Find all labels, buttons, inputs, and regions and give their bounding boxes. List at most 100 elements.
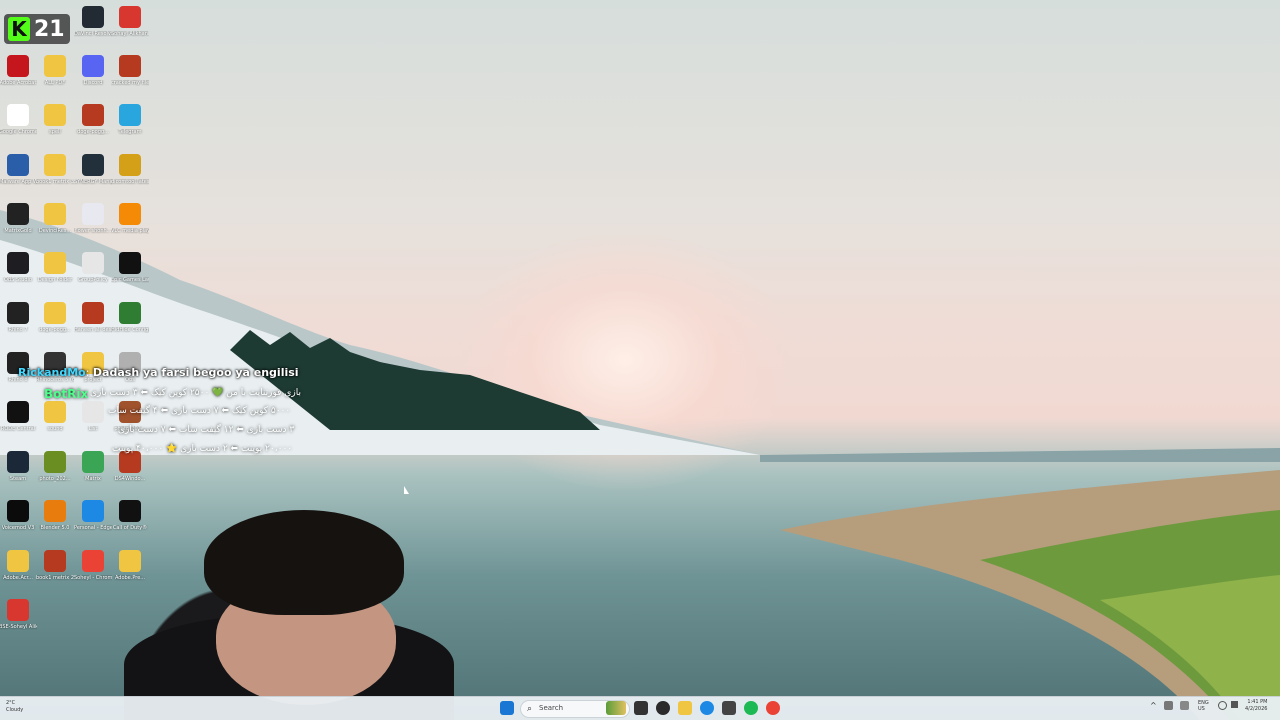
desktop-icon[interactable]: GroupPolicy (74, 252, 112, 283)
app-icon (119, 55, 141, 77)
search-placeholder: Search (539, 704, 564, 712)
desktop-icon-label: Adobe Acrobat (0, 80, 37, 86)
app-icon (82, 203, 104, 225)
app-icon (44, 203, 66, 225)
app-icon (7, 104, 29, 126)
desktop-icon-label: SYNERGY Manager (74, 179, 112, 185)
language-indicator[interactable]: ENG US (1198, 700, 1209, 712)
desktop-icon[interactable]: Google Chrome (0, 104, 37, 135)
desktop-icon[interactable]: dicomtool latest (111, 154, 149, 185)
clock[interactable]: 1:41 PM 4/2/2026 (1245, 699, 1267, 713)
chrome-icon[interactable] (766, 701, 780, 715)
desktop-icon-label: Design Folder (37, 277, 73, 283)
wifi-icon[interactable] (1218, 701, 1227, 710)
taskbar: 2°C Cloudy ⌕ Search ^ ENG US 1:41 PM 4/2… (0, 696, 1280, 720)
widgets-icon[interactable] (606, 701, 626, 715)
app-icon (7, 599, 29, 621)
chat-message: Dadash ya farsi begoo ya engilisi (92, 366, 299, 379)
desktop-icon[interactable]: Epic Games Launcher (111, 252, 149, 283)
desktop-icon[interactable]: DS4Windo... (111, 451, 149, 482)
start-button-windows-icon[interactable] (500, 701, 514, 715)
desktop-icon[interactable]: Matrix (74, 451, 112, 482)
desktop-icon-label: ALL PDF (44, 80, 66, 86)
app-icon (119, 104, 141, 126)
edge-icon[interactable] (700, 701, 714, 715)
desktop-icon[interactable]: Sohayl Alikhani (1)... (111, 6, 149, 37)
obs-taskbar-icon[interactable] (656, 701, 670, 715)
app-icon (119, 203, 141, 225)
app-icon (7, 203, 29, 225)
desktop-icon[interactable]: Voicemod V3 (0, 500, 37, 531)
desktop-icon[interactable]: DevinciRes... (36, 203, 74, 234)
desktop-icon[interactable]: BSE-Soheyl Alikhani... (0, 599, 37, 630)
desktop-icon[interactable]: RODE Central (0, 401, 37, 432)
desktop-icon-label: Discord (83, 80, 103, 86)
app-icon (7, 55, 29, 77)
desktop-icon[interactable]: ALL PDF (36, 55, 74, 86)
desktop-icon-label: VLC media player (111, 228, 149, 234)
chat-username: RickandMo (18, 366, 86, 379)
clock-date: 4/2/2026 (1245, 706, 1268, 712)
desktop-icon[interactable]: Adobe Acrobat (0, 55, 37, 86)
desktop-icon-label: cracked my files (111, 80, 149, 86)
app-icon (7, 500, 29, 522)
webcam-overlay (64, 505, 454, 720)
desktop-icon[interactable]: Malware App Windows P... (0, 154, 37, 185)
app-icon (82, 252, 104, 274)
kick-logo-icon: K (8, 17, 30, 41)
desktop-icon[interactable]: Rhino 7 (0, 302, 37, 333)
desktop-icon[interactable]: photo_202... (36, 451, 74, 482)
file-explorer-icon[interactable] (678, 701, 692, 715)
desktop-icon[interactable]: MatrixGold (0, 203, 37, 234)
app-icon (119, 252, 141, 274)
volume-icon[interactable] (1231, 701, 1238, 708)
app-icon (82, 302, 104, 324)
desktop-icon[interactable]: Telegram (111, 104, 149, 135)
app-icon (119, 154, 141, 176)
desktop-icon-label: RODE Central (0, 426, 36, 432)
desktop-icon[interactable]: SYNERGY Manager (74, 154, 112, 185)
desktop-icon[interactable]: Adobe.Acr... (0, 550, 37, 581)
spotify-icon[interactable] (744, 701, 758, 715)
tray-app-icon-2[interactable] (1180, 701, 1189, 710)
tray-app-icon[interactable] (1164, 701, 1173, 710)
desktop-icon[interactable]: flower shonh... (74, 203, 112, 234)
chat-bot-line-2: ۵۰۰۰ کوین کیک ⬅ ۷ دست بازی ⬅ ۴ گیفت ساب (108, 406, 291, 416)
clock-time: 1:41 PM (1247, 699, 1268, 705)
tray-chevron-icon[interactable]: ^ (1150, 701, 1157, 710)
desktop-icon-label: Haneen all designs ... (74, 327, 112, 333)
desktop-icon-label: DaVinci Resolve (74, 31, 112, 37)
task-view-icon[interactable] (634, 701, 648, 715)
app-icon (7, 451, 29, 473)
app-icon (7, 252, 29, 274)
weather-temp: 2°C (6, 700, 16, 706)
desktop-icon[interactable]: doge-pogg... (36, 302, 74, 333)
desktop-icon-label: DS4Windo... (114, 476, 146, 482)
mouse-cursor-icon (404, 486, 409, 494)
desktop-icon-label: DevinciRes... (38, 228, 72, 234)
desktop-icon[interactable]: spell (36, 104, 74, 135)
app-icon (7, 154, 29, 176)
chat-bot-line-1: بازی فورتنایت با من 💚 ۲۵۰۰ کوین کیک ⬅ ۳ … (90, 388, 301, 398)
desktop-icon[interactable]: DaVinci Resolve (74, 6, 112, 37)
desktop-icon[interactable]: book1 metrix 3 (36, 154, 74, 185)
desktop-icon[interactable]: sound (36, 401, 74, 432)
desktop-icon-label: photo_202... (39, 476, 71, 482)
store-icon[interactable] (722, 701, 736, 715)
desktop-icon[interactable]: HidHide Configurat... (111, 302, 149, 333)
desktop-icon[interactable]: VLC media player (111, 203, 149, 234)
desktop-icon[interactable]: List (74, 401, 112, 432)
app-icon (82, 401, 104, 423)
desktop-icon[interactable]: cracked my files (111, 55, 149, 86)
search-icon: ⌕ (527, 704, 533, 714)
desktop-icon[interactable]: doge-pogg... (74, 104, 112, 135)
desktop-icon[interactable]: Haneen all designs ... (74, 302, 112, 333)
desktop-icon[interactable]: OBS Studio (0, 252, 37, 283)
desktop-icon-label: Malware App Windows P... (0, 179, 37, 185)
desktop-icon[interactable]: Steam (0, 451, 37, 482)
desktop-icon[interactable]: Discord (74, 55, 112, 86)
desktop-icon[interactable]: Design Folder (36, 252, 74, 283)
weather-widget[interactable]: 2°C Cloudy (6, 700, 23, 714)
app-icon (82, 104, 104, 126)
desktop-icon-label: Steam (9, 476, 27, 482)
